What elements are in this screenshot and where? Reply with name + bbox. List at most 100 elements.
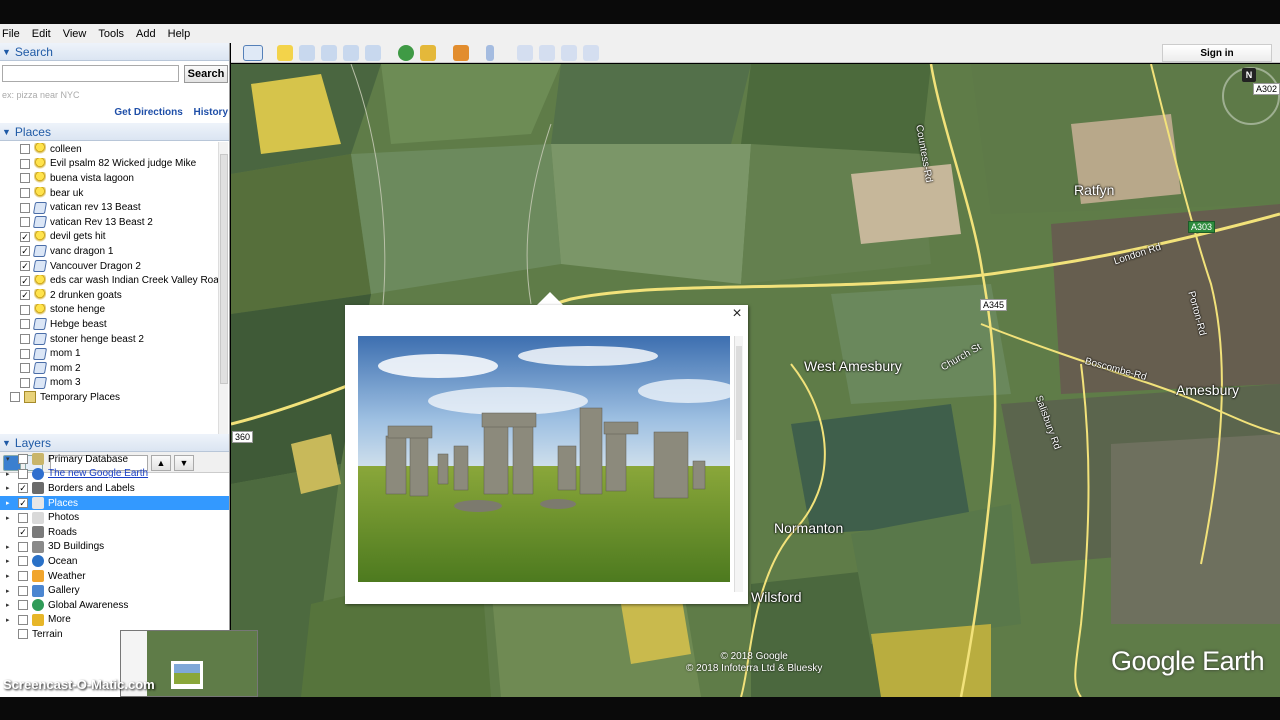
layer-checkbox[interactable] <box>18 571 28 582</box>
menu-add[interactable]: Add <box>136 28 156 40</box>
expand-arrow-icon[interactable]: ▸ <box>6 470 14 478</box>
close-icon[interactable]: × <box>730 306 744 322</box>
menu-view[interactable]: View <box>63 28 87 40</box>
balloon-scrollbar[interactable] <box>734 336 743 592</box>
layer-item[interactable]: ▸ Weather <box>0 569 229 584</box>
place-item[interactable]: ✓ Vancouver Dragon 2 <box>0 259 218 274</box>
place-item[interactable]: buena vista lagoon <box>0 171 218 186</box>
place-checkbox[interactable] <box>20 173 30 184</box>
place-checkbox[interactable]: ✓ <box>20 290 30 301</box>
place-checkbox[interactable] <box>20 202 30 213</box>
map-label-normanton[interactable]: Normanton <box>774 520 843 536</box>
layer-checkbox[interactable] <box>18 454 28 465</box>
place-checkbox[interactable] <box>20 158 30 169</box>
layer-item[interactable]: ▾ Primary Database <box>0 452 229 467</box>
get-directions-link[interactable]: Get Directions <box>114 107 182 118</box>
layer-checkbox[interactable] <box>18 556 28 567</box>
overlay-icon[interactable] <box>343 45 359 61</box>
menu-file[interactable]: File <box>2 28 20 40</box>
layer-item[interactable]: ▸ Ocean <box>0 554 229 569</box>
layer-item[interactable]: ▸ ✓ Places <box>0 495 229 511</box>
layer-checkbox[interactable] <box>18 629 28 640</box>
place-item[interactable]: mom 2 <box>0 361 218 376</box>
place-item[interactable]: stoner henge beast 2 <box>0 332 218 347</box>
place-checkbox[interactable]: ✓ <box>20 275 30 286</box>
save-image-icon[interactable] <box>561 45 577 61</box>
layer-checkbox[interactable]: ✓ <box>18 498 28 509</box>
search-button[interactable]: Search <box>184 65 228 83</box>
layer-checkbox[interactable] <box>18 512 28 523</box>
place-checkbox[interactable] <box>20 144 30 155</box>
place-item[interactable]: mom 3 <box>0 376 218 391</box>
place-item[interactable]: colleen <box>0 142 218 157</box>
map-label-ratfyn[interactable]: Ratfyn <box>1074 182 1114 198</box>
sidebar-toggle-icon[interactable] <box>243 45 263 61</box>
place-checkbox[interactable] <box>20 377 30 388</box>
email-icon[interactable] <box>517 45 533 61</box>
place-item[interactable]: stone henge <box>0 303 218 318</box>
place-item[interactable]: ✓ eds car wash Indian Creek Valley Road <box>0 273 218 288</box>
places-scrollbar[interactable] <box>218 142 228 448</box>
place-item[interactable]: ✓ vanc dragon 1 <box>0 244 218 259</box>
layer-item[interactable]: ▸ Global Awareness <box>0 598 229 613</box>
layer-checkbox[interactable] <box>18 614 28 625</box>
history-link[interactable]: History <box>194 107 228 118</box>
view-maps-icon[interactable] <box>583 45 599 61</box>
place-item[interactable]: Evil psalm 82 Wicked judge Mike <box>0 157 218 172</box>
path-icon[interactable] <box>321 45 337 61</box>
map-label-west-amesbury[interactable]: West Amesbury <box>804 358 902 374</box>
expand-arrow-icon[interactable]: ▸ <box>6 572 14 580</box>
temporary-places-item[interactable]: Temporary Places <box>0 390 218 405</box>
expand-arrow-icon[interactable]: ▸ <box>6 557 14 565</box>
place-checkbox[interactable] <box>20 319 30 330</box>
historical-imagery-icon[interactable] <box>398 45 414 61</box>
place-checkbox[interactable]: ✓ <box>20 231 30 242</box>
expand-arrow-icon[interactable]: ▸ <box>6 484 14 492</box>
planets-icon[interactable] <box>453 45 469 61</box>
place-checkbox[interactable] <box>20 188 30 199</box>
search-panel-header[interactable]: ▼ Search <box>0 43 229 61</box>
layer-checkbox[interactable]: ✓ <box>18 527 28 538</box>
place-item[interactable]: ✓ devil gets hit <box>0 230 218 245</box>
polygon-icon[interactable] <box>299 45 315 61</box>
place-item[interactable]: vatican rev 13 Beast <box>0 200 218 215</box>
tour-icon[interactable] <box>365 45 381 61</box>
layer-item[interactable]: ▸ Photos <box>0 510 229 525</box>
scroll-thumb[interactable] <box>736 346 742 440</box>
expand-arrow-icon[interactable]: ▾ <box>6 455 14 463</box>
place-checkbox[interactable]: ✓ <box>20 261 30 272</box>
place-checkbox[interactable] <box>20 304 30 315</box>
expand-arrow-icon[interactable]: ▸ <box>6 616 14 624</box>
layer-checkbox[interactable]: ✓ <box>18 483 28 494</box>
expand-arrow-icon[interactable]: ▸ <box>6 514 14 522</box>
layer-item[interactable]: ▸ 3D Buildings <box>0 540 229 555</box>
layer-item[interactable]: ▸ Gallery <box>0 583 229 598</box>
map-label-amesbury[interactable]: Amesbury <box>1176 382 1239 398</box>
menu-help[interactable]: Help <box>168 28 191 40</box>
layer-checkbox[interactable] <box>18 585 28 596</box>
layer-item[interactable]: ✓ Roads <box>0 525 229 540</box>
sunlight-icon[interactable] <box>420 45 436 61</box>
ruler-icon[interactable] <box>486 45 494 61</box>
menu-edit[interactable]: Edit <box>32 28 51 40</box>
expand-arrow-icon[interactable]: ▸ <box>6 587 14 595</box>
place-checkbox[interactable] <box>20 363 30 374</box>
placemark-icon[interactable] <box>277 45 293 61</box>
place-item[interactable]: bear uk <box>0 186 218 201</box>
place-item[interactable]: mom 1 <box>0 346 218 361</box>
expand-arrow-icon[interactable]: ▸ <box>6 601 14 609</box>
scroll-thumb[interactable] <box>220 154 228 384</box>
temporary-places-checkbox[interactable] <box>10 392 20 403</box>
layer-checkbox[interactable] <box>18 468 28 479</box>
search-input[interactable] <box>2 65 179 82</box>
place-checkbox[interactable] <box>20 334 30 345</box>
layers-panel-header[interactable]: ▼ Layers <box>0 434 229 452</box>
place-item[interactable]: vatican Rev 13 Beast 2 <box>0 215 218 230</box>
layer-item[interactable]: ▸ More <box>0 613 229 628</box>
place-item[interactable]: ✓ 2 drunken goats <box>0 288 218 303</box>
layer-item[interactable]: ▸ ✓ Borders and Labels <box>0 481 229 496</box>
place-checkbox[interactable] <box>20 348 30 359</box>
sign-in-button[interactable]: Sign in <box>1162 44 1272 62</box>
place-checkbox[interactable] <box>20 217 30 228</box>
expand-arrow-icon[interactable]: ▸ <box>6 499 14 507</box>
